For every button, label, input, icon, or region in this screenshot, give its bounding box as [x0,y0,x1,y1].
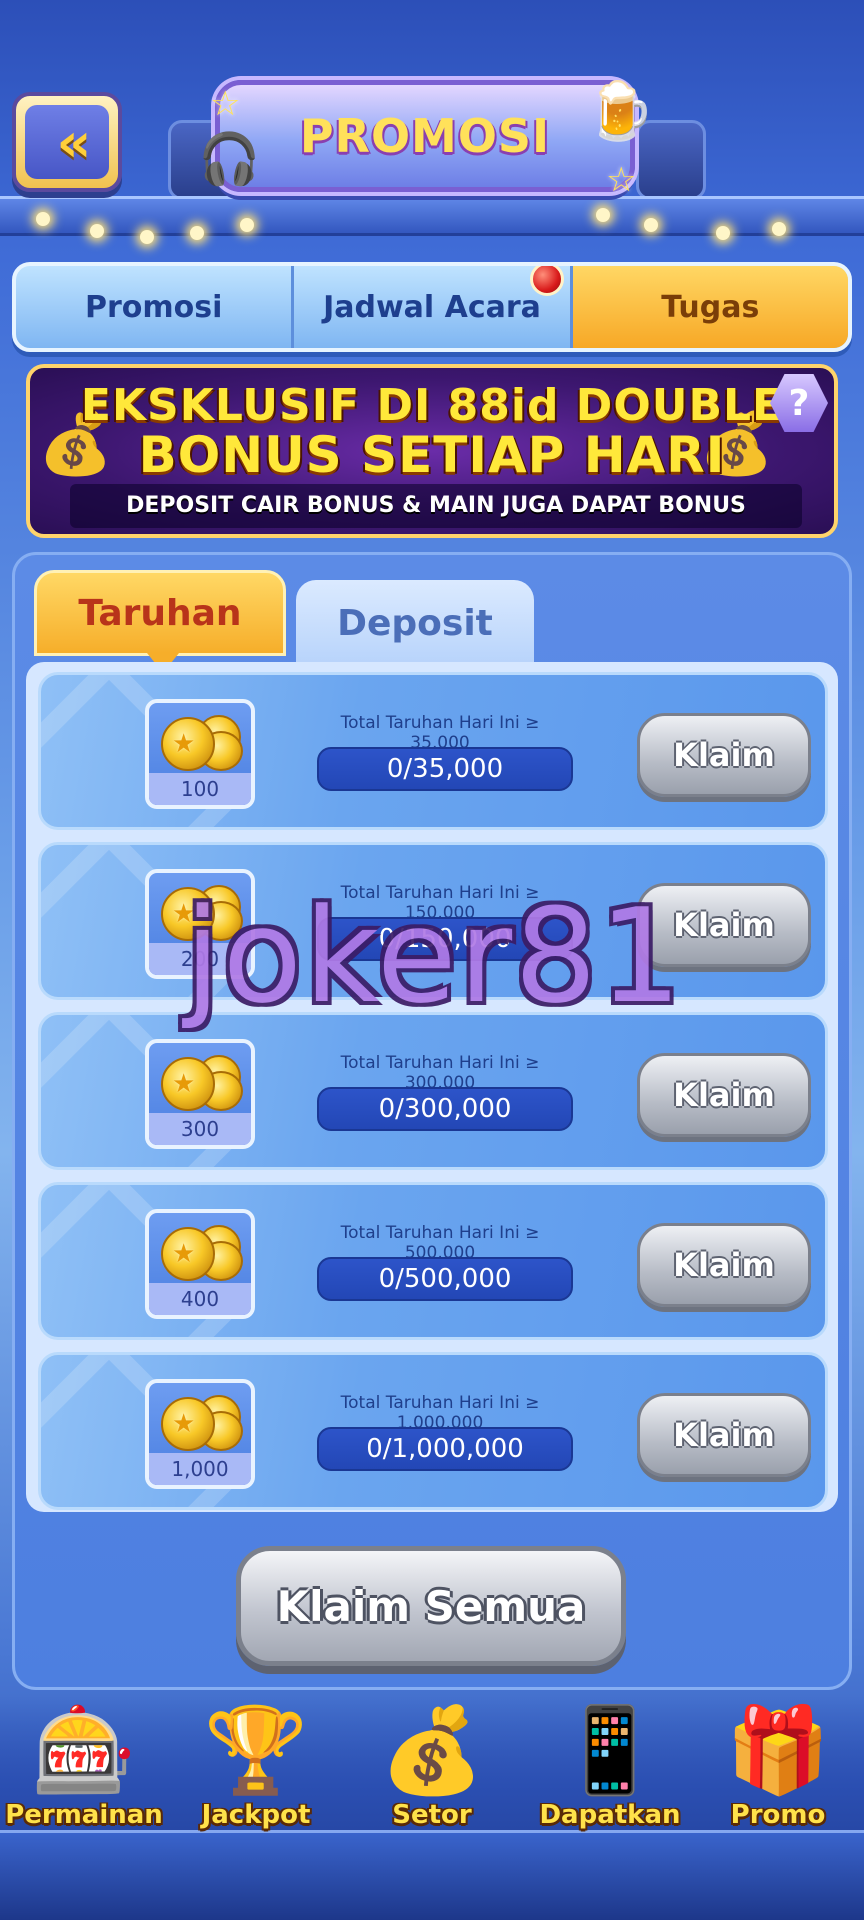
coin-stack-icon: ★ [157,709,247,775]
banner-headline: EKSKLUSIF DI 88id DOUBLE [80,380,784,431]
light-bulb-decoration [36,212,50,226]
header: « PROMOSI ☆ ☆ 🍺 🎧 [0,0,864,250]
nav-item-jackpot[interactable]: 🏆 Jackpot [172,1690,340,1830]
gift-box-icon: 🎁 [725,1701,831,1799]
trophy-icon: 🏆 [203,1701,309,1799]
task-row: ★ 400 Total Taruhan Hari Ini ≥ 500,000 0… [38,1182,828,1340]
tab-label: Promosi [84,289,223,325]
nav-label: Setor [392,1800,472,1830]
subtab-deposit[interactable]: Deposit [296,580,534,666]
light-bulb-decoration [90,224,104,238]
progress-text: 0/35,000 [386,754,504,784]
headphones-icon: 🎧 [198,130,261,188]
light-bulb-decoration [140,230,154,244]
reward-coin-box: ★ 1,000 [145,1379,255,1489]
question-mark-icon: ? [788,382,810,424]
reward-amount: 400 [149,1283,251,1315]
nav-label: Dapatkan [539,1800,681,1830]
phone-coins-icon: 📱 [557,1701,663,1799]
progress-text: 0/1,000,000 [366,1434,524,1464]
light-bulb-decoration [240,218,254,232]
nav-label: Permainan [5,1800,163,1830]
light-bulb-decoration [644,218,658,232]
tab-label: Jadwal Acara [323,289,541,325]
nav-label: Jackpot [201,1800,311,1830]
light-bulb-decoration [596,208,610,222]
subtab-label: Deposit [337,602,493,644]
task-row: ★ 100 Total Taruhan Hari Ini ≥ 35,000 0/… [38,672,828,830]
progress-bar: 0/500,000 [317,1257,573,1301]
star-icon: ☆ [606,160,637,200]
light-bulb-decoration [772,222,786,236]
nav-label: Promo [730,1800,826,1830]
reward-amount: 100 [149,773,251,805]
back-button[interactable]: « [12,92,122,192]
claim-button[interactable]: Klaim [637,713,811,797]
tab-label: Tugas [661,289,760,325]
tab-promosi[interactable]: Promosi [16,266,295,348]
claim-button[interactable]: Klaim [637,1053,811,1137]
banner-subheadline: BONUS SETIAP HARI [138,426,726,484]
reward-coin-box: ★ 300 [145,1039,255,1149]
nav-item-dapatkan[interactable]: 📱 Dapatkan [526,1690,694,1830]
reward-coin-box: ★ 100 [145,699,255,809]
claim-all-button[interactable]: Klaim Semua [236,1546,626,1666]
stage-bar [0,196,864,236]
tab-tugas[interactable]: Tugas [572,266,848,348]
progress-bar: 0/35,000 [317,747,573,791]
claim-button[interactable]: Klaim [637,1223,811,1307]
bottom-nav-base [0,1830,864,1920]
nav-item-promo[interactable]: 🎁 Promo [694,1690,862,1830]
progress-bar: 0/300,000 [317,1087,573,1131]
progress-text: 0/300,000 [378,1094,512,1124]
coin-stack-icon: ★ [157,1219,247,1285]
notification-dot [529,266,564,296]
light-bulb-decoration [190,226,204,240]
subtab-taruhan[interactable]: Taruhan [34,570,286,673]
coin-stack-icon: ★ [157,1389,247,1455]
treasure-chest-icon: 💰 [379,1701,485,1799]
beer-mug-icon: 🍺 [585,79,655,144]
light-bulb-decoration [716,226,730,240]
task-row: ★ 1,000 Total Taruhan Hari Ini ≥ 1,000,0… [38,1352,828,1510]
progress-text: 0/500,000 [378,1264,512,1294]
progress-bar: 0/1,000,000 [317,1427,573,1471]
star-icon: ☆ [210,84,241,124]
subtab-label: Taruhan [78,592,242,634]
promo-banner[interactable]: 💰 💰 EKSKLUSIF DI 88id DOUBLE BONUS SETIA… [26,364,838,538]
tab-jadwal-acara[interactable]: Jadwal Acara [294,266,573,348]
reward-coin-box: ★ 400 [145,1209,255,1319]
slot-machine-icon: 🎰 [31,1701,137,1799]
double-chevron-left-icon: « [25,105,109,179]
main-tab-bar: Promosi Jadwal Acara Tugas [12,262,852,352]
coin-stack-icon: ★ [157,1049,247,1115]
claim-button[interactable]: Klaim [637,1393,811,1477]
task-row: ★ 300 Total Taruhan Hari Ini ≥ 300,000 0… [38,1012,828,1170]
reward-amount: 300 [149,1113,251,1145]
page-title-board: PROMOSI [215,80,635,192]
nav-item-setor[interactable]: 💰 Setor [348,1690,516,1830]
banner-caption: DEPOSIT CAIR BONUS & MAIN JUGA DAPAT BON… [70,484,802,528]
nav-item-permainan[interactable]: 🎰 Permainan [0,1690,168,1830]
reward-amount: 1,000 [149,1453,251,1485]
watermark-text: joker81 [184,880,684,1032]
page-title: PROMOSI [299,109,551,163]
